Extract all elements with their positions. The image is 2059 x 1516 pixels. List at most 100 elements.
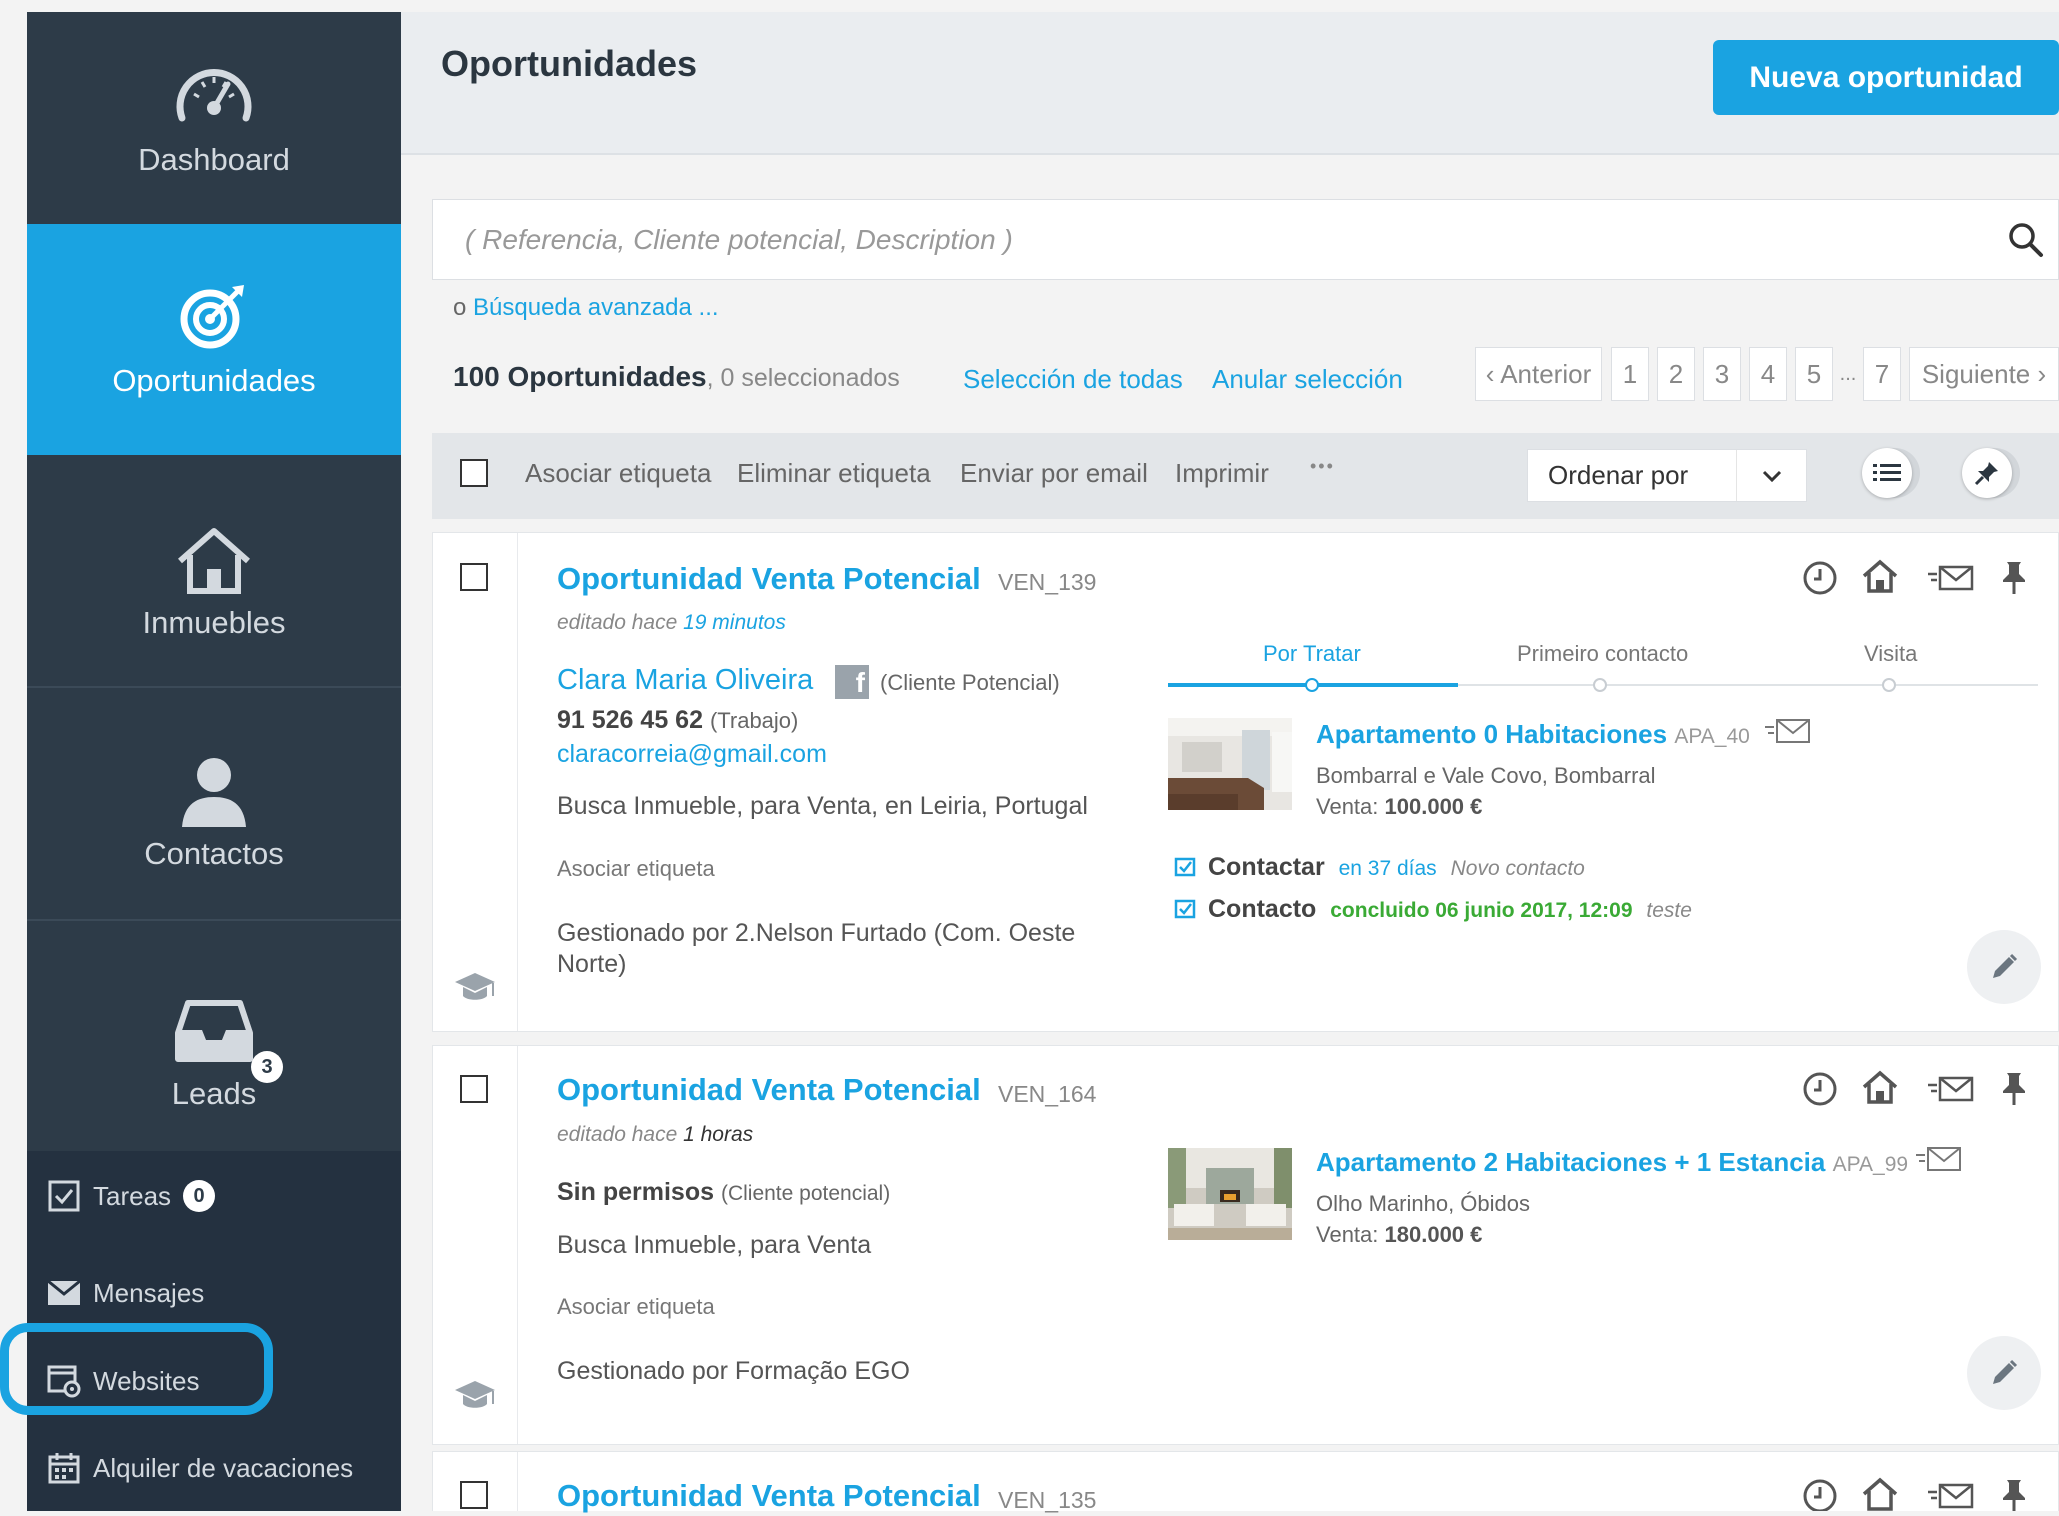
edit-button[interactable] [1967,930,2041,1004]
contact-phone: 91 526 45 62 [557,706,703,734]
toolbar-print[interactable]: Imprimir [1175,458,1269,489]
edit-button[interactable] [1967,1336,2041,1410]
search-icon[interactable] [2008,222,2044,263]
facebook-icon[interactable]: f [835,665,869,699]
nav-contactos-label: Contactos [144,836,284,871]
select-all-link[interactable]: Selección de todas [963,364,1183,395]
property-location: Bombarral e Vale Covo, Bombarral [1316,763,1656,788]
property-location: Olho Marinho, Óbidos [1316,1191,1530,1216]
advanced-search-link[interactable]: Búsqueda avanzada ... [473,294,719,321]
inbox-icon [27,997,401,1077]
house-icon [27,525,401,605]
pin-icon [1962,448,2012,498]
pagination-page[interactable]: 5 [1795,347,1833,401]
pagination-page[interactable]: 4 [1749,347,1787,401]
property-ref: APA_99 [1832,1153,1909,1176]
house-icon[interactable] [1861,558,1899,599]
card-title[interactable]: Oportunidad Venta Potencial [557,1072,981,1108]
card-checkbox[interactable] [460,1075,488,1103]
card-checkbox[interactable] [460,1481,488,1509]
new-opportunity-button[interactable]: Nueva oportunidad [1713,40,2059,115]
contact-phone-type: (Trabajo) [709,708,799,733]
send-email-icon[interactable] [1928,1075,1974,1108]
pagination-page[interactable]: 3 [1703,347,1741,401]
assign-tag-link[interactable]: Asociar etiqueta [557,1294,715,1320]
search-input[interactable] [463,200,1963,279]
select-all-checkbox[interactable] [460,459,488,487]
sidebar: Dashboard Oportunidades Inmuebles Contac… [27,12,401,1511]
results-count: 100 Oportunidades [453,361,707,392]
nav-oportunidades[interactable]: Oportunidades [27,224,401,455]
clock-icon[interactable] [1802,1071,1838,1112]
card-title[interactable]: Oportunidad Venta Potencial [557,561,981,597]
task-name[interactable]: Contacto [1208,895,1316,923]
clock-icon[interactable] [1802,560,1838,601]
property-title-link[interactable]: Apartamento 2 Habitaciones + 1 Estancia … [1316,1147,1908,1178]
search-description: Busca Inmueble, para Venta, en Leiria, P… [557,792,1088,820]
pagination-next[interactable]: Siguiente › [1909,347,2059,401]
toolbar-more[interactable]: ••• [1310,456,1335,477]
property-photo[interactable] [1168,1148,1292,1240]
house-icon[interactable] [1861,1069,1899,1110]
nav-leads[interactable]: Leads [27,921,401,1152]
contact-phone-row: 91 526 45 62 (Trabajo) [557,706,798,735]
pin-icon[interactable] [2001,560,2027,601]
pagination-prev[interactable]: ‹ Anterior [1475,347,1602,401]
property-title-link[interactable]: Apartamento 0 Habitaciones APA_40 [1316,719,1750,750]
card-ref: VEN_164 [998,1081,1097,1107]
stage-visita[interactable]: Visita [1864,641,1917,667]
list-view-toggle[interactable] [1862,448,1920,498]
toolbar-email[interactable]: Enviar por email [960,458,1148,489]
property-photo[interactable] [1168,718,1292,810]
search-description: Busca Inmueble, para Venta [557,1231,872,1259]
send-email-icon[interactable] [1928,564,1974,597]
pagination-page[interactable]: 1 [1611,347,1649,401]
person-icon [27,753,401,833]
send-email-icon[interactable] [1916,1145,1962,1178]
nav-mensajes[interactable]: Mensajes [47,1263,204,1323]
task-note: Novo contacto [1450,857,1585,880]
send-email-icon[interactable] [1928,1482,1974,1515]
house-icon[interactable] [1861,1476,1899,1516]
task-checkbox-icon[interactable] [1174,855,1196,882]
contact-name-link[interactable]: Clara Maria Oliveira [557,664,813,697]
pin-icon[interactable] [2001,1478,2027,1516]
task-checkbox-icon[interactable] [1174,897,1196,924]
toolbar-untag[interactable]: Eliminar etiqueta [737,458,931,489]
calendar-icon [47,1451,81,1485]
nav-dashboard[interactable]: Dashboard [27,12,401,243]
stage-dot [1882,678,1896,692]
sort-select[interactable]: Ordenar por [1527,449,1807,502]
clock-icon[interactable] [1802,1478,1838,1516]
card-checkbox[interactable] [460,563,488,591]
list-icon [1862,448,1912,498]
assign-tag-link[interactable]: Asociar etiqueta [557,856,715,882]
card-title[interactable]: Oportunidad Venta Potencial [557,1478,981,1514]
pin-icon[interactable] [2001,1071,2027,1112]
property-price-row: Venta: 100.000 € [1316,794,1482,820]
card-ref: VEN_135 [998,1487,1097,1513]
stage-dot [1305,678,1319,692]
nav-tareas[interactable]: Tareas 0 [47,1166,216,1226]
nav-alquiler[interactable]: Alquiler de vacaciones [47,1438,353,1498]
property-price-row: Venta: 180.000 € [1316,1222,1482,1248]
stage-primeiro-contacto[interactable]: Primeiro contacto [1517,641,1688,667]
nav-inmuebles[interactable]: Inmuebles [27,455,401,686]
nav-contactos[interactable]: Contactos [27,688,401,919]
send-email-icon[interactable] [1765,717,1811,750]
contact-email-link[interactable]: claracorreia@gmail.com [557,740,827,769]
stage-por-tratar[interactable]: Por Tratar [1263,641,1361,667]
contact-role: (Cliente potencial) [720,1182,891,1205]
clear-selection-link[interactable]: Anular selección [1212,364,1403,395]
nav-tareas-label: Tareas [93,1180,172,1211]
nav-alquiler-label: Alquiler de vacaciones [93,1452,354,1483]
graduation-cap-icon [453,1378,497,1417]
pin-toggle[interactable] [1962,448,2020,498]
contact-role: (Cliente Potencial) [880,670,1060,695]
toolbar-tag[interactable]: Asociar etiqueta [525,458,711,489]
task-when: en 37 días [1338,857,1437,880]
pagination-page-last[interactable]: 7 [1863,347,1901,401]
managed-by: Gestionado por Formação EGO [557,1357,910,1385]
pagination-page[interactable]: 2 [1657,347,1695,401]
task-name[interactable]: Contactar [1208,853,1325,881]
